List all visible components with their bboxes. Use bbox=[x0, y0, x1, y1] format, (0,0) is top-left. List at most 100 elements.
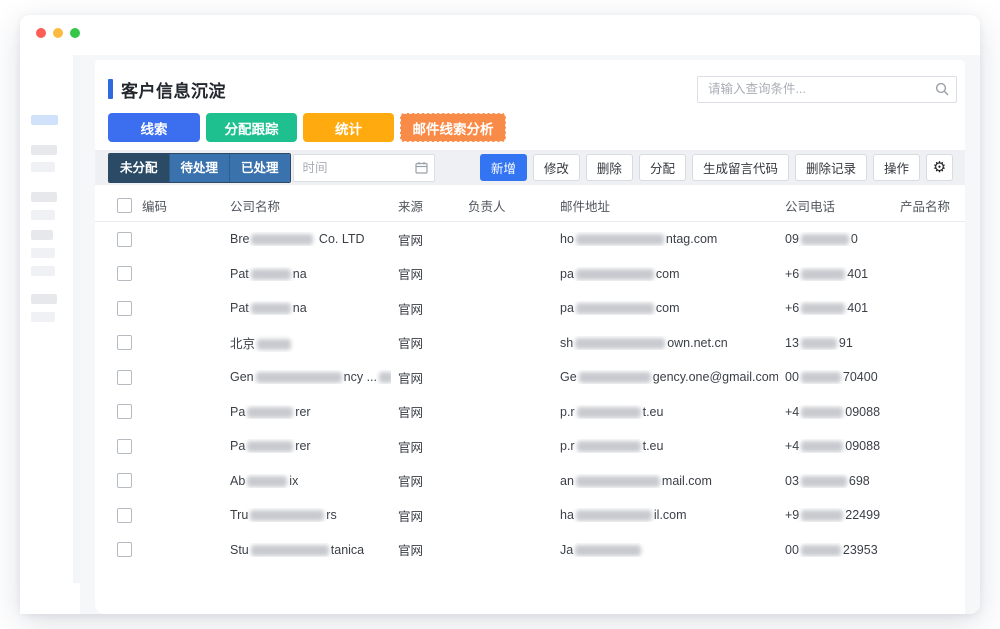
cell-text: mail.com bbox=[662, 474, 712, 488]
cell-email: hail.com bbox=[553, 508, 778, 522]
cell-text: 401 bbox=[847, 301, 868, 315]
nav-button-分配跟踪[interactable]: 分配跟踪 bbox=[206, 113, 297, 142]
redacted-text bbox=[251, 234, 313, 245]
cell-text: p.r bbox=[560, 405, 575, 419]
cell-text: Ge bbox=[560, 370, 577, 384]
filter-toolbar: 未分配待处理已处理 新增修改删除分配生成留言代码删除记录操作⚙ bbox=[95, 150, 965, 185]
sidebar-skeleton-item[interactable] bbox=[31, 145, 57, 155]
redacted-text bbox=[577, 441, 641, 452]
cell-phone: +4 09088 bbox=[778, 405, 893, 419]
table-row: Patna官网pacom+6401 bbox=[95, 257, 965, 292]
nav-button-线索[interactable]: 线索 bbox=[108, 113, 200, 142]
cell-text: Gen bbox=[230, 370, 254, 384]
search-input[interactable] bbox=[697, 76, 957, 103]
date-input[interactable] bbox=[293, 154, 435, 182]
row-checkbox[interactable] bbox=[117, 473, 132, 488]
sidebar-skeleton-item[interactable] bbox=[31, 248, 55, 258]
cell-email: pacom bbox=[553, 301, 778, 315]
cell-phone: 090 bbox=[778, 232, 893, 246]
row-checkbox[interactable] bbox=[117, 335, 132, 350]
nav-button-邮件线索分析[interactable]: 邮件线索分析 bbox=[400, 113, 506, 142]
redacted-text bbox=[251, 303, 291, 314]
row-checkbox[interactable] bbox=[117, 370, 132, 385]
table-row: Parer官网p.rt.eu+409088 bbox=[95, 395, 965, 430]
search-icon[interactable] bbox=[935, 82, 949, 96]
cell-text: t.eu bbox=[643, 439, 664, 453]
redacted-text bbox=[247, 441, 293, 452]
action-button-操作[interactable]: 操作 bbox=[873, 154, 920, 181]
redacted-text bbox=[251, 269, 291, 280]
sidebar-skeleton-item[interactable] bbox=[31, 192, 57, 202]
cell-text: 00 bbox=[785, 543, 799, 557]
cell-text: ncy ... bbox=[344, 370, 377, 384]
cell-phone: +6 401 bbox=[778, 301, 893, 315]
title-accent-bar bbox=[108, 79, 113, 99]
cell-email: hontag.com bbox=[553, 232, 778, 246]
sidebar-skeleton-item[interactable] bbox=[31, 266, 55, 276]
row-checkbox[interactable] bbox=[117, 508, 132, 523]
select-all-checkbox[interactable] bbox=[117, 198, 132, 213]
action-button-生成留言代码[interactable]: 生成留言代码 bbox=[692, 154, 789, 181]
cell-source: 官网 bbox=[391, 368, 461, 387]
cell-text: +6 bbox=[785, 301, 799, 315]
sidebar-skeleton-item[interactable] bbox=[31, 115, 58, 125]
gear-icon[interactable]: ⚙ bbox=[926, 154, 953, 181]
row-checkbox[interactable] bbox=[117, 301, 132, 316]
main-content: 客户信息沉淀 线索分配跟踪统计邮件线索分析 未分配待处理已处理 bbox=[80, 55, 980, 614]
close-window-button[interactable] bbox=[36, 28, 46, 38]
tab-已处理[interactable]: 已处理 bbox=[230, 154, 290, 182]
cell-text: t.eu bbox=[643, 405, 664, 419]
row-checkbox[interactable] bbox=[117, 542, 132, 557]
table-row: Abix官网anmail.com03698 bbox=[95, 464, 965, 499]
action-button-分配[interactable]: 分配 bbox=[639, 154, 686, 181]
minimize-window-button[interactable] bbox=[53, 28, 63, 38]
sidebar-skeleton-item[interactable] bbox=[31, 210, 55, 220]
row-checkbox[interactable] bbox=[117, 439, 132, 454]
sidebar-skeleton-item[interactable] bbox=[31, 312, 55, 322]
row-checkbox[interactable] bbox=[117, 404, 132, 419]
table-row: 北京官网shown.net.cn1391 bbox=[95, 326, 965, 361]
action-button-修改[interactable]: 修改 bbox=[533, 154, 580, 181]
redacted-text bbox=[256, 372, 342, 383]
zoom-window-button[interactable] bbox=[70, 28, 80, 38]
tab-未分配[interactable]: 未分配 bbox=[109, 154, 170, 182]
row-checkbox[interactable] bbox=[117, 232, 132, 247]
redacted-text bbox=[801, 407, 843, 418]
cell-email: an mail.com bbox=[553, 474, 778, 488]
cell-text: Pat bbox=[230, 267, 249, 281]
tab-待处理[interactable]: 待处理 bbox=[170, 154, 231, 182]
column-header-负责人: 负责人 bbox=[461, 196, 553, 215]
cell-text: 09088 bbox=[845, 405, 880, 419]
redacted-text bbox=[579, 372, 651, 383]
action-button-新增[interactable]: 新增 bbox=[480, 154, 527, 181]
calendar-icon[interactable] bbox=[415, 161, 428, 174]
sidebar-skeleton-item[interactable] bbox=[31, 162, 55, 172]
row-checkbox[interactable] bbox=[117, 266, 132, 281]
nav-button-统计[interactable]: 统计 bbox=[303, 113, 394, 142]
cell-company: Stutanica bbox=[223, 543, 391, 557]
cell-company: Parer bbox=[223, 405, 391, 419]
cell-text: pa bbox=[560, 267, 574, 281]
action-button-删除记录[interactable]: 删除记录 bbox=[795, 154, 867, 181]
redacted-text bbox=[801, 545, 841, 556]
sidebar-skeleton-item[interactable] bbox=[31, 294, 57, 304]
page-title: 客户信息沉淀 bbox=[121, 77, 226, 102]
cell-text: rs bbox=[326, 508, 336, 522]
cell-text: 0 bbox=[851, 232, 858, 246]
cell-phone: +6401 bbox=[778, 267, 893, 281]
action-button-删除[interactable]: 删除 bbox=[586, 154, 633, 181]
sidebar-skeleton-item[interactable] bbox=[31, 230, 53, 240]
redacted-text bbox=[379, 372, 391, 383]
cell-text: +4 bbox=[785, 405, 799, 419]
cell-source: 官网 bbox=[391, 437, 461, 456]
cell-text: 09088 bbox=[845, 439, 880, 453]
cell-text: ntag.com bbox=[666, 232, 717, 246]
cell-text: an bbox=[560, 474, 574, 488]
cell-source: 官网 bbox=[391, 540, 461, 559]
cell-text: tanica bbox=[331, 543, 364, 557]
cell-source: 官网 bbox=[391, 230, 461, 249]
date-filter bbox=[293, 154, 435, 182]
table-row: Stutanica官网Ja0023953 bbox=[95, 533, 965, 568]
cell-text: 00 bbox=[785, 370, 799, 384]
cell-email: shown.net.cn bbox=[553, 336, 778, 350]
